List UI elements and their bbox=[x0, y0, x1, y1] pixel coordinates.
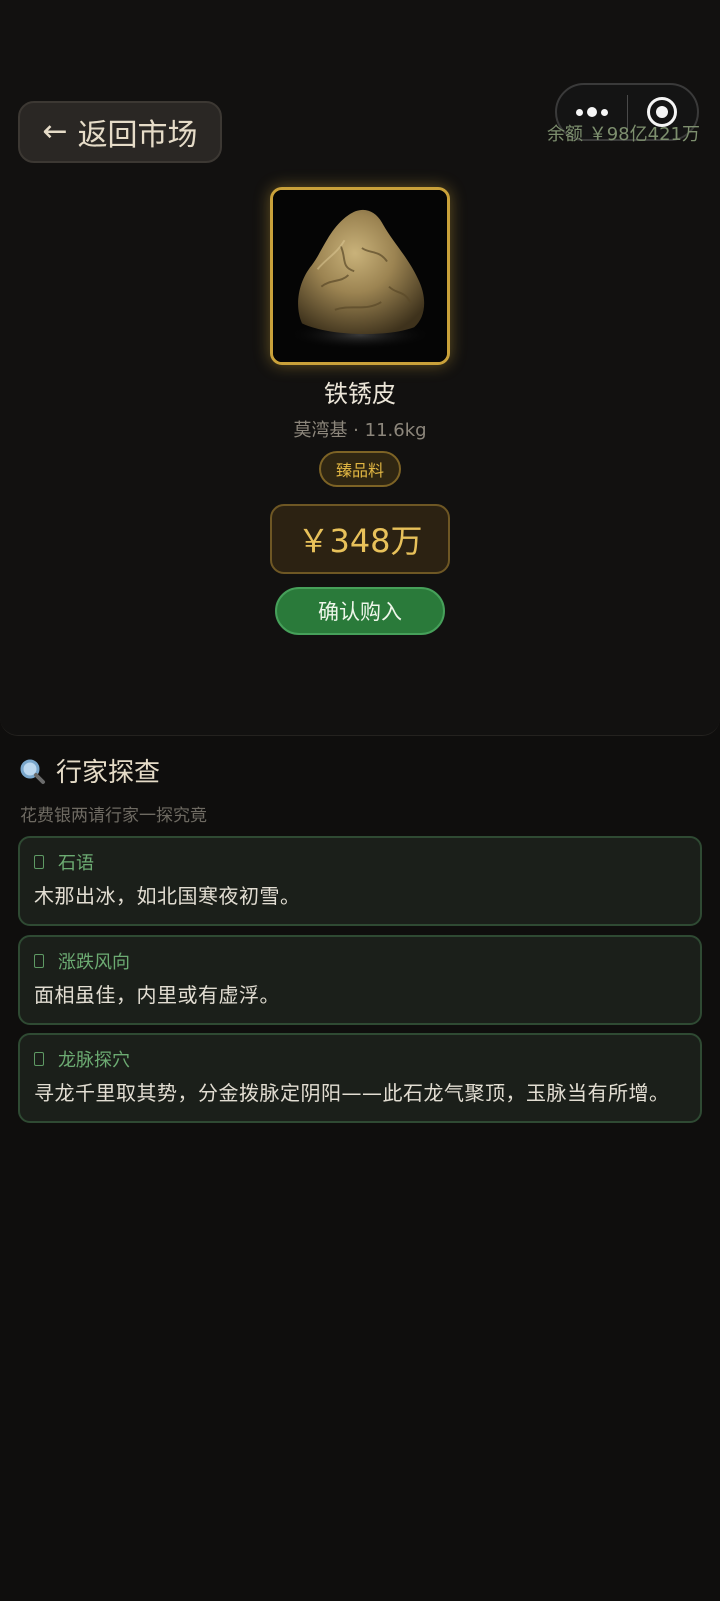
expert-subtitle: 花费银两请行家一探究竟 bbox=[20, 806, 207, 826]
card-label: 石语 bbox=[58, 853, 94, 874]
balance-label: 余额 bbox=[547, 124, 583, 145]
price-display: ￥348万 bbox=[270, 504, 450, 574]
magnifier-icon bbox=[20, 759, 45, 784]
item-detail-panel: ← 返回市场 余额 ￥98亿421万 铁锈皮 莫湾基 · 11.6kg 臻品料 … bbox=[0, 0, 720, 736]
expert-title-text: 行家探查 bbox=[56, 758, 161, 788]
card-tag-icon bbox=[34, 954, 44, 968]
card-text: 面相虽佳，内里或有虚浮。 bbox=[34, 983, 280, 1007]
stone-image bbox=[270, 187, 450, 365]
grade-badge: 臻品料 bbox=[319, 451, 401, 487]
expert-card-stone-talk[interactable]: 石语 木那出冰，如北国寒夜初雪。 bbox=[18, 836, 702, 926]
balance-display: 余额 ￥98亿421万 bbox=[547, 120, 700, 146]
stone-name: 铁锈皮 bbox=[324, 380, 396, 408]
card-text: 木那出冰，如北国寒夜初雪。 bbox=[34, 884, 301, 908]
expert-card-trend[interactable]: 涨跌风向 面相虽佳，内里或有虚浮。 bbox=[18, 935, 702, 1025]
back-button-label: 返回市场 bbox=[77, 118, 198, 153]
card-text: 寻龙千里取其势，分金拨脉定阴阳——此石龙气聚顶，玉脉当有所增。 bbox=[34, 1081, 670, 1105]
back-to-market-button[interactable]: ← 返回市场 bbox=[18, 101, 222, 163]
back-arrow-icon: ← bbox=[42, 114, 68, 149]
rough-stone-icon bbox=[273, 190, 447, 362]
card-label: 龙脉探穴 bbox=[58, 1050, 130, 1071]
more-dots-icon bbox=[575, 107, 608, 117]
expert-section-title: 行家探查 bbox=[18, 752, 160, 789]
balance-value: ￥98亿421万 bbox=[588, 124, 700, 145]
card-tag-icon bbox=[34, 855, 44, 869]
expert-card-dragon-vein[interactable]: 龙脉探穴 寻龙千里取其势，分金拨脉定阴阳——此石龙气聚顶，玉脉当有所增。 bbox=[18, 1033, 702, 1123]
card-tag-icon bbox=[34, 1052, 44, 1066]
stone-origin-weight: 莫湾基 · 11.6kg bbox=[293, 420, 427, 441]
card-label: 涨跌风向 bbox=[58, 952, 130, 973]
confirm-buy-button[interactable]: 确认购入 bbox=[275, 587, 445, 635]
